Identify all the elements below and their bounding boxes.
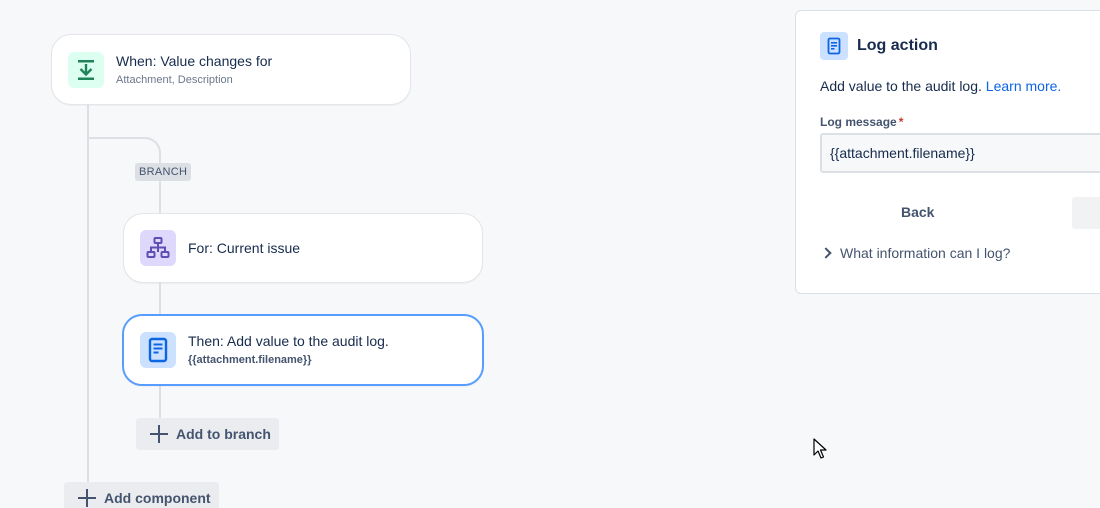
automation-canvas: When: Value changes for Attachment, Desc… <box>0 0 1100 508</box>
document-log-icon <box>820 32 848 60</box>
plus-icon <box>78 489 96 507</box>
panel-title: Log action <box>857 37 938 54</box>
action-subtitle: {{attachment.filename}} <box>188 354 312 366</box>
plus-icon <box>150 425 168 443</box>
document-log-icon <box>140 332 176 368</box>
log-message-label: Log message * <box>820 115 903 129</box>
chevron-right-icon <box>820 247 832 259</box>
add-component-button[interactable]: Add component <box>64 482 219 508</box>
add-to-branch-label: Add to branch <box>176 426 271 442</box>
branch-badge: BRANCH <box>135 163 192 181</box>
trigger-title: When: Value changes for <box>116 52 273 69</box>
panel-description: Add value to the audit log. Learn more. <box>820 78 1061 94</box>
condition-card[interactable]: For: Current issue <box>123 213 483 283</box>
branch-connector-middle <box>159 282 161 316</box>
log-action-panel: Log action Add value to the audit log. L… <box>795 10 1100 294</box>
mouse-cursor-icon <box>813 438 827 464</box>
learn-more-link[interactable]: Learn more. <box>986 78 1061 94</box>
action-title: Then: Add value to the audit log. <box>188 333 389 349</box>
required-mark: * <box>898 115 904 129</box>
branch-connector-top <box>159 180 161 214</box>
save-button[interactable] <box>1072 197 1100 229</box>
branch-connector-bottom <box>159 386 161 420</box>
trigger-card[interactable]: When: Value changes for Attachment, Desc… <box>51 34 411 105</box>
download-arrow-icon <box>68 51 104 88</box>
hierarchy-icon <box>140 230 176 266</box>
log-message-label-text: Log message <box>820 115 897 129</box>
action-card[interactable]: Then: Add value to the audit log. {{atta… <box>122 314 484 386</box>
add-component-label: Add component <box>104 490 211 506</box>
back-button[interactable]: Back <box>901 204 934 220</box>
branch-connector-curve <box>89 137 161 165</box>
log-message-input[interactable]: {{attachment.filename}} <box>820 133 1100 173</box>
log-message-value: {{attachment.filename}} <box>830 145 975 161</box>
condition-title: For: Current issue <box>188 240 301 256</box>
panel-description-text: Add value to the audit log. <box>820 78 982 94</box>
log-info-expander[interactable]: What information can I log? <box>820 245 1010 261</box>
add-to-branch-button[interactable]: Add to branch <box>136 418 279 450</box>
expander-label: What information can I log? <box>840 245 1011 261</box>
trigger-subtitle: Attachment, Description <box>116 73 233 86</box>
